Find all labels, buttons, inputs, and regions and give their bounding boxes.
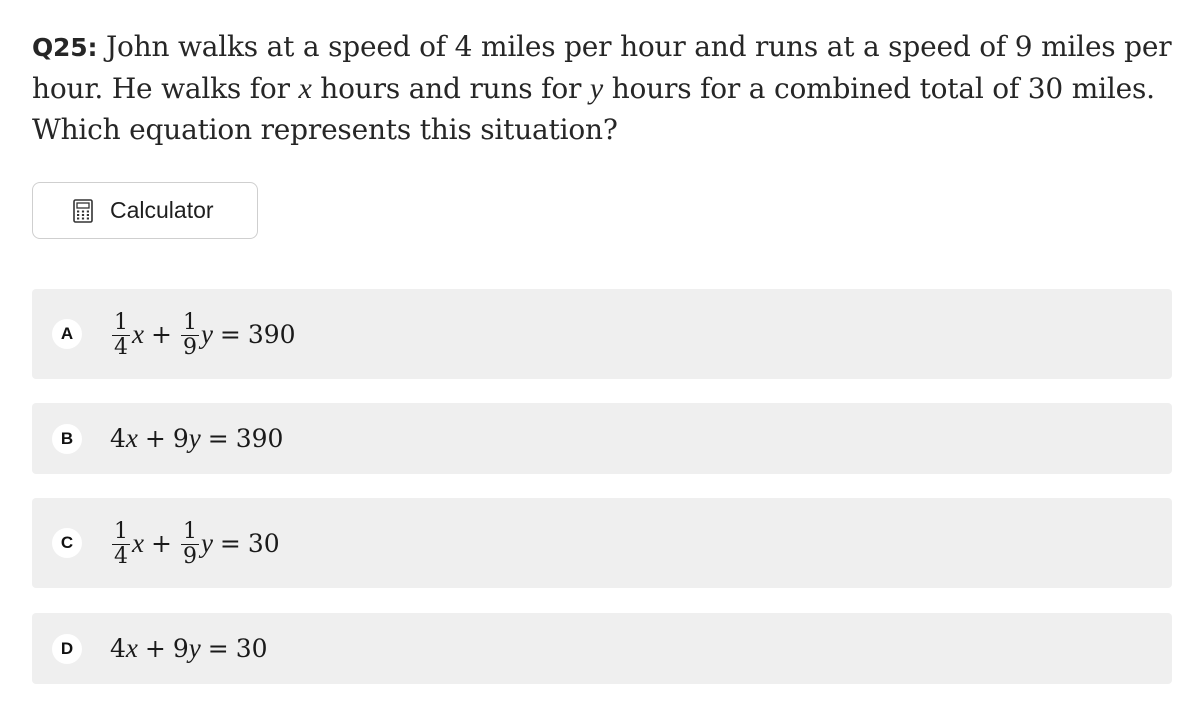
variable: y — [200, 318, 213, 349]
variable: x — [125, 423, 138, 453]
variable: x — [132, 318, 144, 349]
variable: y — [188, 423, 201, 453]
fraction-denominator: 4 — [114, 334, 128, 360]
variable: x — [132, 527, 144, 558]
question-page: Q25: John walks at a speed of 4 miles pe… — [0, 0, 1200, 703]
variable: x — [125, 633, 138, 663]
option-letter-badge: B — [52, 423, 82, 454]
variable: y — [200, 527, 213, 558]
answer-option-d[interactable]: D 4x + 9y = 30 — [32, 613, 1172, 684]
equals-sign: = — [207, 424, 229, 453]
option-letter-badge: C — [52, 528, 82, 558]
calculator-icon — [73, 198, 93, 223]
fraction: 1 4 — [112, 309, 130, 360]
plus-sign: + — [150, 528, 172, 558]
option-letter-badge: A — [52, 319, 82, 349]
fraction-numerator: 1 — [180, 309, 199, 336]
variable-y: y — [589, 72, 603, 105]
fraction: 1 9 — [180, 518, 199, 569]
fraction-numerator: 1 — [112, 518, 130, 545]
option-equation: 4x + 9y = 390 — [110, 423, 283, 454]
option-letter-badge: D — [52, 633, 82, 664]
fraction-numerator: 1 — [180, 518, 199, 545]
coefficient: 4 — [110, 634, 126, 663]
option-equation: 1 4 x + 1 9 y = 390 — [110, 311, 296, 358]
fraction-denominator: 9 — [182, 334, 197, 360]
plus-sign: + — [144, 634, 166, 663]
option-equation: 1 4 x + 1 9 y = 30 — [110, 520, 280, 567]
right-hand-side: 390 — [247, 319, 296, 349]
question-text: Q25: John walks at a speed of 4 miles pe… — [32, 26, 1172, 150]
equals-sign: = — [219, 319, 241, 349]
fraction-numerator: 1 — [112, 309, 130, 336]
fraction: 1 9 — [180, 309, 199, 360]
fraction-denominator: 4 — [114, 543, 128, 569]
calculator-button[interactable]: Calculator — [32, 182, 258, 239]
fraction: 1 4 — [112, 518, 130, 569]
variable-x: x — [298, 72, 312, 105]
question-number: Q25: — [32, 33, 98, 62]
equals-sign: = — [219, 528, 241, 558]
option-equation: 4x + 9y = 30 — [110, 633, 268, 664]
plus-sign: + — [144, 424, 166, 453]
coefficient: 9 — [172, 634, 189, 663]
answer-option-b[interactable]: B 4x + 9y = 390 — [32, 403, 1172, 474]
coefficient: 9 — [172, 424, 189, 453]
calculator-label: Calculator — [110, 197, 214, 223]
fraction-denominator: 9 — [182, 543, 197, 569]
plus-sign: + — [150, 319, 172, 349]
equals-sign: = — [207, 634, 229, 663]
right-hand-side: 30 — [247, 528, 280, 558]
right-hand-side: 30 — [235, 634, 268, 663]
question-text-part: hours and runs for — [311, 72, 590, 105]
variable: y — [188, 633, 201, 663]
answer-option-c[interactable]: C 1 4 x + 1 9 y = 30 — [32, 498, 1172, 588]
answer-option-a[interactable]: A 1 4 x + 1 9 y = 390 — [32, 289, 1172, 379]
coefficient: 4 — [110, 424, 126, 453]
right-hand-side: 390 — [235, 424, 284, 453]
